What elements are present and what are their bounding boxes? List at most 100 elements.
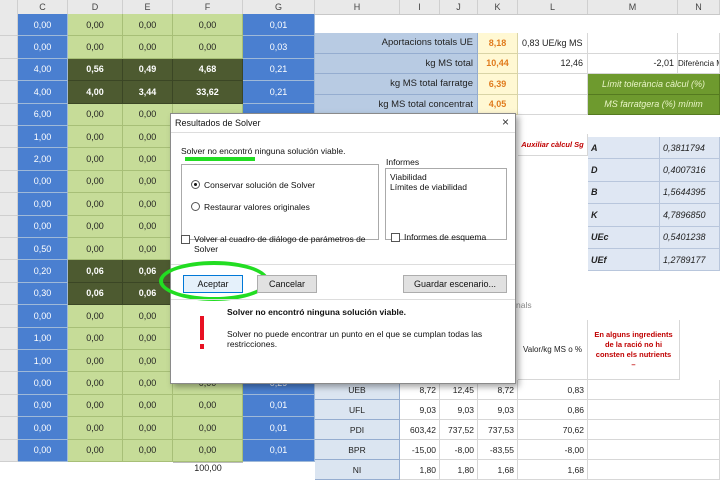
nutrient-name[interactable]: PDI: [315, 420, 400, 440]
row-header[interactable]: [0, 282, 18, 306]
row-header[interactable]: [0, 327, 18, 350]
grid-cell-f[interactable]: 0,00: [173, 14, 243, 37]
grid-cell-c[interactable]: 0,00: [18, 215, 68, 238]
row-header[interactable]: [0, 36, 18, 59]
grid-cell-c[interactable]: 1,00: [18, 350, 68, 373]
summary-cell-l[interactable]: 0,83 UE/kg MS: [518, 33, 588, 54]
col-header-k[interactable]: K: [478, 0, 518, 14]
aux-value[interactable]: 1,5644395: [660, 181, 720, 205]
col-header-c[interactable]: C: [18, 0, 68, 14]
row-header[interactable]: [0, 170, 18, 194]
aux-key[interactable]: K: [588, 204, 660, 227]
nutrient-name[interactable]: NI: [315, 460, 400, 480]
grid-cell-e[interactable]: 0,00: [123, 238, 173, 261]
row-header[interactable]: [0, 372, 18, 395]
radio-keep-solution[interactable]: [191, 180, 200, 189]
aux-header[interactable]: Auxiliar càlcul Sg: [518, 134, 588, 156]
grid-cell-e[interactable]: 0,00: [123, 215, 173, 238]
grid-cell-d[interactable]: 0,00: [68, 103, 123, 126]
grid-cell-d[interactable]: 0,00: [68, 14, 123, 37]
aux-key[interactable]: B: [588, 181, 660, 205]
col-header-l[interactable]: L: [518, 0, 588, 14]
empty-cell[interactable]: [588, 400, 720, 420]
nutrient-value[interactable]: 1,68: [518, 460, 588, 480]
nutrient-value[interactable]: 737,52: [440, 420, 478, 440]
row-header[interactable]: [0, 439, 18, 462]
outline-reports-label[interactable]: Informes de esquema: [404, 232, 486, 242]
grid-cell-g[interactable]: 0,01: [243, 417, 315, 440]
grid-cell-d[interactable]: 0,00: [68, 215, 123, 238]
grid-cell-e[interactable]: 0,00: [123, 14, 173, 37]
summary-label[interactable]: kg MS total farratge: [315, 74, 478, 95]
accept-button[interactable]: Aceptar: [183, 275, 243, 293]
grid-cell-e[interactable]: 0,00: [123, 327, 173, 350]
grid-cell-e[interactable]: 0,00: [123, 126, 173, 149]
grid-cell-d[interactable]: 0,00: [68, 394, 123, 418]
nutrient-value[interactable]: 70,62: [518, 420, 588, 440]
summary-label[interactable]: Aportacions totals UE: [315, 33, 478, 54]
row-header[interactable]: [0, 14, 18, 37]
nutrient-value[interactable]: 9,03: [478, 400, 518, 420]
grid-cell-c[interactable]: 0,00: [18, 439, 68, 462]
aux-value[interactable]: 1,2789177: [660, 249, 720, 272]
tolerance-label[interactable]: MS farratgera (%) mínim: [588, 94, 720, 115]
col-header-n[interactable]: N: [678, 0, 720, 14]
grid-cell-c[interactable]: 2,00: [18, 148, 68, 171]
nutrient-value[interactable]: 1,80: [400, 460, 440, 480]
aux-key[interactable]: A: [588, 137, 660, 160]
return-to-params-label[interactable]: Volver al cuadro de diálogo de parámetro…: [194, 234, 374, 254]
grid-cell-e[interactable]: 0,00: [123, 417, 173, 440]
nutrient-value[interactable]: 603,42: [400, 420, 440, 440]
col-header-e[interactable]: E: [123, 0, 173, 14]
row-header[interactable]: [0, 193, 18, 216]
aux-value[interactable]: 0,3811794: [660, 137, 720, 160]
grid-cell-c[interactable]: 0,30: [18, 282, 68, 306]
grid-cell-c[interactable]: 0,00: [18, 305, 68, 328]
row-header[interactable]: [0, 103, 18, 126]
tolerance-label[interactable]: Límit tolerància càlcul (%): [588, 74, 720, 95]
grid-cell-c[interactable]: 0,00: [18, 193, 68, 216]
summary-label[interactable]: kg MS total: [315, 53, 478, 74]
summary-cell-n[interactable]: [678, 33, 720, 54]
radio-restore-values[interactable]: [191, 202, 200, 211]
empty-cell[interactable]: [588, 380, 720, 400]
nutrient-name[interactable]: UFL: [315, 400, 400, 420]
aux-key[interactable]: D: [588, 159, 660, 182]
summary-cell-l[interactable]: 12,46: [518, 53, 588, 74]
nutrient-value[interactable]: -8,00: [518, 440, 588, 460]
grid-cell-d[interactable]: 0,00: [68, 193, 123, 216]
nutrient-value[interactable]: 0,83: [518, 380, 588, 400]
report-item[interactable]: Viabilidad: [390, 172, 427, 182]
grid-cell-d[interactable]: 0,00: [68, 417, 123, 440]
row-header[interactable]: [0, 260, 18, 283]
grid-cell-e[interactable]: 3,44: [123, 81, 173, 104]
grid-cell-d[interactable]: 0,00: [68, 439, 123, 462]
col-header-m[interactable]: M: [588, 0, 678, 14]
grid-cell-c[interactable]: 0,00: [18, 372, 68, 395]
grid-cell-e[interactable]: 0,00: [123, 193, 173, 216]
summary-value[interactable]: 6,39: [478, 74, 518, 95]
grid-cell-f[interactable]: 0,00: [173, 394, 243, 418]
row-header[interactable]: [0, 126, 18, 149]
grid-cell-c[interactable]: 1,00: [18, 327, 68, 350]
nutrient-value[interactable]: -15,00: [400, 440, 440, 460]
nutrient-value[interactable]: -83,55: [478, 440, 518, 460]
empty-cell[interactable]: [588, 440, 720, 460]
col-header-i[interactable]: I: [400, 0, 440, 14]
grid-cell-d[interactable]: 0,00: [68, 36, 123, 59]
grid-cell-g[interactable]: 0,21: [243, 58, 315, 82]
col-header-h[interactable]: H: [315, 0, 400, 14]
grid-cell-e[interactable]: 0,00: [123, 372, 173, 395]
nutrient-value[interactable]: 1,68: [478, 460, 518, 480]
grid-cell-d[interactable]: 0,00: [68, 238, 123, 261]
row-header[interactable]: [0, 215, 18, 238]
col-header-d[interactable]: D: [68, 0, 123, 14]
row-header[interactable]: [0, 417, 18, 440]
reports-listbox[interactable]: Viabilidad Límites de viabilidad: [385, 168, 507, 240]
grid-cell-d[interactable]: 0,00: [68, 372, 123, 395]
grid-cell-e[interactable]: 0,00: [123, 394, 173, 418]
grid-cell-g[interactable]: 0,01: [243, 394, 315, 418]
grid-cell-d[interactable]: 0,00: [68, 305, 123, 328]
grid-cell-e[interactable]: 0,00: [123, 103, 173, 126]
grid-cell-c[interactable]: 4,00: [18, 81, 68, 104]
